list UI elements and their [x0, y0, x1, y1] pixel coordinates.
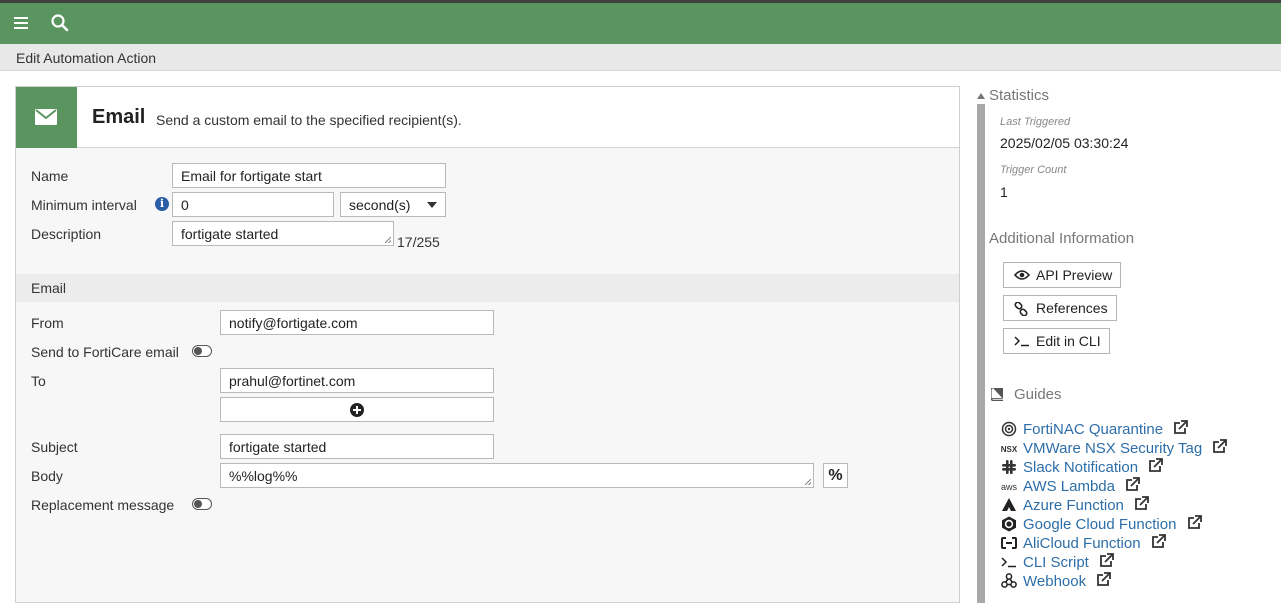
statistics-toggle[interactable]: Statistics — [977, 87, 1097, 105]
name-label: Name — [31, 168, 69, 184]
link-icon — [1014, 302, 1028, 316]
chevron-down-icon — [427, 202, 437, 208]
guide-google-cloud-function[interactable]: Google Cloud Function — [999, 515, 1202, 534]
slack-icon — [999, 459, 1019, 477]
add-recipient-button[interactable] — [220, 397, 494, 422]
forticare-label: Send to FortiCare email — [31, 344, 179, 360]
external-link-icon — [1135, 496, 1149, 510]
email-section-label: Email — [31, 280, 67, 296]
email-section-header: Email — [16, 274, 959, 302]
interval-unit-value: second(s) — [349, 197, 411, 213]
minimum-interval-input[interactable]: 0 — [172, 192, 334, 217]
api-preview-label: API Preview — [1036, 267, 1113, 283]
edit-action-panel: Email Send a custom email to the specifi… — [15, 86, 960, 603]
description-textarea[interactable]: fortigate started — [172, 221, 394, 246]
subject-label: Subject — [31, 439, 78, 455]
statistics-heading: Statistics — [989, 87, 1050, 104]
guide-label: AliCloud Function — [1023, 535, 1141, 552]
nsx-icon: NSX — [1000, 444, 1018, 454]
guide-label: Slack Notification — [1023, 459, 1139, 476]
edit-in-cli-button[interactable]: Edit in CLI — [1003, 328, 1110, 354]
alicloud-icon — [999, 536, 1019, 552]
to-input[interactable]: prahul@fortinet.com — [220, 368, 494, 393]
external-link-icon — [1213, 439, 1228, 453]
guide-aws-lambda[interactable]: aws AWS Lambda — [999, 477, 1141, 496]
description-char-count: 17/255 — [397, 234, 440, 250]
external-link-icon — [1187, 515, 1202, 529]
minimum-interval-label: Minimum interval — [31, 197, 137, 213]
guide-cli-script[interactable]: CLI Script — [999, 553, 1114, 572]
external-link-icon — [1100, 553, 1114, 567]
guide-label: FortiNAC Quarantine — [1023, 421, 1164, 438]
to-label: To — [31, 373, 46, 389]
fortinac-icon — [999, 421, 1019, 440]
trigger-count-value: 1 — [1000, 184, 1008, 200]
name-input[interactable]: Email for fortigate start — [172, 163, 446, 188]
from-input[interactable]: notify@fortigate.com — [220, 310, 494, 335]
guide-vmware-nsx[interactable]: NSX VMWare NSX Security Tag — [999, 439, 1228, 458]
guide-label: VMWare NSX Security Tag — [1023, 440, 1203, 457]
eye-icon — [1014, 270, 1030, 280]
info-icon[interactable]: i — [155, 197, 169, 211]
guide-fortinac-quarantine[interactable]: FortiNAC Quarantine — [999, 420, 1189, 440]
azure-icon — [999, 498, 1019, 514]
body-label: Body — [31, 468, 63, 484]
references-button[interactable]: References — [1003, 295, 1117, 321]
last-triggered-label: Last Triggered — [1000, 116, 1071, 128]
guide-azure-function[interactable]: Azure Function — [999, 496, 1149, 515]
external-link-icon — [1174, 420, 1189, 434]
sidebar-divider — [977, 104, 985, 603]
body-textarea[interactable]: %%log%% — [220, 463, 814, 488]
search-icon[interactable] — [50, 13, 70, 33]
google-cloud-icon — [999, 516, 1019, 535]
external-link-icon — [1097, 572, 1112, 586]
from-label: From — [31, 315, 64, 331]
guide-label: AWS Lambda — [1023, 478, 1115, 495]
subject-input[interactable]: fortigate started — [220, 434, 494, 459]
hamburger-icon[interactable] — [11, 13, 31, 33]
api-preview-button[interactable]: API Preview — [1003, 262, 1122, 288]
replacement-message-label: Replacement message — [31, 497, 175, 513]
guide-alicloud-function[interactable]: AliCloud Function — [999, 534, 1166, 553]
additional-information-heading: Additional Information — [989, 230, 1135, 247]
forticare-toggle[interactable] — [192, 345, 212, 357]
plus-circle-icon — [350, 403, 364, 417]
guide-label: CLI Script — [1023, 554, 1089, 571]
book-icon — [991, 388, 1003, 401]
action-header: Email Send a custom email to the specifi… — [16, 87, 959, 148]
guide-label: Webhook — [1023, 573, 1087, 590]
action-title: Email — [92, 106, 146, 128]
external-link-icon — [1149, 458, 1164, 472]
edit-in-cli-label: Edit in CLI — [1036, 333, 1101, 349]
terminal-icon — [999, 556, 1019, 571]
trigger-count-label: Trigger Count — [1000, 164, 1067, 176]
guide-label: Azure Function — [1023, 497, 1124, 514]
aws-icon: aws — [1000, 482, 1017, 493]
external-link-icon — [1126, 477, 1141, 491]
page-header: Edit Automation Action — [0, 44, 1281, 71]
external-link-icon — [1151, 534, 1166, 548]
replacement-message-toggle[interactable] — [192, 498, 212, 510]
interval-unit-select[interactable]: second(s) — [340, 192, 446, 217]
description-label: Description — [31, 226, 102, 242]
terminal-icon — [1014, 336, 1029, 347]
guide-slack-notification[interactable]: Slack Notification — [999, 458, 1164, 477]
caret-up-icon — [977, 93, 985, 99]
page-title: Edit Automation Action — [16, 50, 157, 66]
references-label: References — [1036, 300, 1108, 316]
guide-label: Google Cloud Function — [1023, 516, 1177, 533]
insert-variable-button[interactable]: % — [823, 463, 848, 488]
last-triggered-value: 2025/02/05 03:30:24 — [1000, 135, 1129, 151]
envelope-icon — [16, 87, 77, 148]
action-description: Send a custom email to the specified rec… — [156, 112, 462, 128]
guide-webhook[interactable]: Webhook — [999, 572, 1112, 591]
webhook-icon — [999, 573, 1019, 591]
top-navigation-bar — [0, 0, 1281, 44]
